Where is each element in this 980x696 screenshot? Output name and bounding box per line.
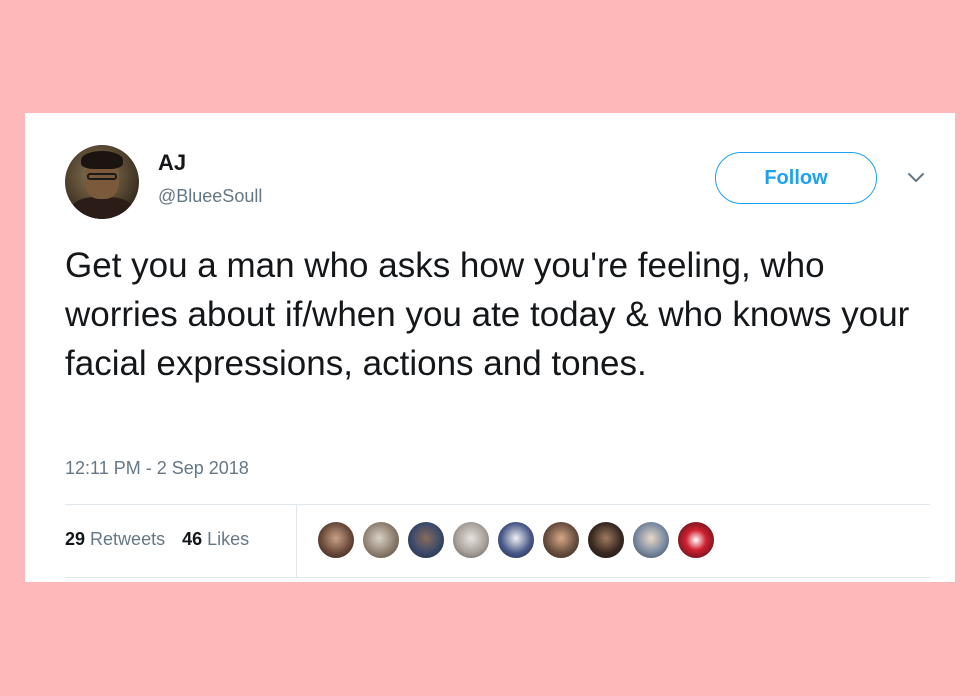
liker-avatar[interactable] bbox=[632, 521, 670, 559]
stats-separator bbox=[296, 505, 297, 577]
liker-avatar[interactable] bbox=[317, 521, 355, 559]
divider-top bbox=[65, 504, 930, 505]
author-avatar[interactable] bbox=[65, 145, 139, 219]
liker-avatar[interactable] bbox=[587, 521, 625, 559]
liker-avatar[interactable] bbox=[452, 521, 490, 559]
liker-avatars bbox=[317, 521, 722, 561]
likes-stat[interactable]: 46 Likes bbox=[182, 529, 249, 549]
retweets-stat[interactable]: 29 Retweets bbox=[65, 529, 165, 549]
tweet-text: Get you a man who asks how you're feelin… bbox=[65, 246, 910, 383]
chevron-down-icon[interactable] bbox=[905, 169, 927, 185]
avatar-glasses bbox=[87, 173, 117, 180]
tweet-card: AJ @BlueeSoull Follow Get you a man who … bbox=[25, 113, 955, 582]
retweets-count: 29 bbox=[65, 529, 86, 549]
avatar-hair bbox=[81, 151, 123, 169]
tweet-stats: 29 Retweets 46 Likes bbox=[65, 529, 261, 550]
follow-button[interactable]: Follow bbox=[715, 152, 877, 204]
avatar-shirt bbox=[71, 197, 133, 219]
author-handle[interactable]: @BlueeSoull bbox=[158, 186, 262, 207]
author-name[interactable]: AJ bbox=[158, 150, 186, 176]
divider-bottom bbox=[65, 577, 930, 578]
likes-label: Likes bbox=[207, 529, 250, 549]
liker-avatar[interactable] bbox=[497, 521, 535, 559]
retweets-label: Retweets bbox=[90, 529, 166, 549]
liker-avatar[interactable] bbox=[362, 521, 400, 559]
liker-avatar[interactable] bbox=[407, 521, 445, 559]
liker-avatar[interactable] bbox=[677, 521, 715, 559]
likes-count: 46 bbox=[182, 529, 203, 549]
liker-avatar[interactable] bbox=[542, 521, 580, 559]
tweet-timestamp[interactable]: 12:11 PM - 2 Sep 2018 bbox=[65, 458, 249, 479]
